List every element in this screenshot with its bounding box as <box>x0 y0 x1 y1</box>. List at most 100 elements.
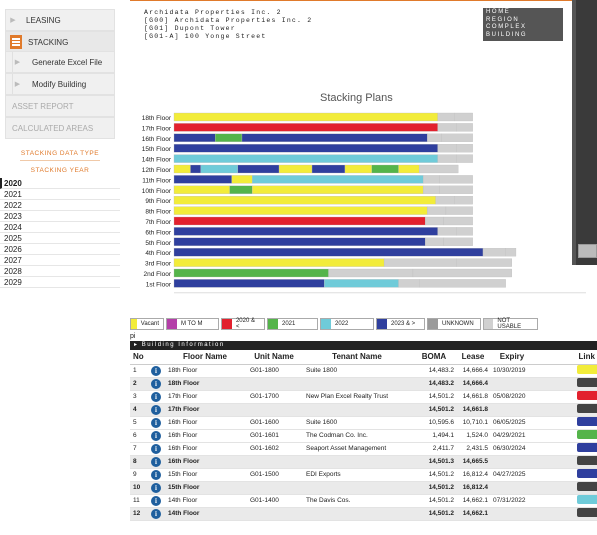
table-row[interactable]: 11 i 14th Floor G01-1400 The Davis Cos. 14,50… <box>130 494 597 508</box>
stack-segment[interactable] <box>324 279 399 288</box>
info-icon[interactable]: i <box>151 495 161 506</box>
info-icon[interactable]: i <box>151 430 161 441</box>
year-item[interactable]: 2026 <box>0 244 120 255</box>
col-no[interactable]: No <box>130 350 148 365</box>
info-icon[interactable]: i <box>151 365 161 376</box>
stack-segment[interactable] <box>328 268 414 278</box>
link-swatch[interactable] <box>577 508 597 517</box>
stack-segment[interactable] <box>383 258 457 267</box>
info-icon[interactable]: i <box>151 482 161 493</box>
stack-segment[interactable] <box>173 248 484 257</box>
info-icon[interactable]: i <box>151 508 161 519</box>
info-icon[interactable]: i <box>151 456 161 467</box>
generate-excel-button[interactable]: ▶ Generate Excel File <box>5 51 115 73</box>
stack-segment[interactable] <box>456 154 473 163</box>
table-row[interactable]: 5 i 16th Floor G01-1600 Suite 1600 10,595.6 10… <box>130 416 597 430</box>
stack-segment[interactable] <box>215 133 243 142</box>
table-row[interactable]: 9 i 15th Floor G01-1500 EDI Exports 14,501.2 1… <box>130 468 597 482</box>
nav-region[interactable]: REGION <box>486 17 560 25</box>
year-item[interactable]: 2021 <box>0 189 120 200</box>
stack-segment[interactable] <box>173 268 329 278</box>
link-swatch[interactable] <box>577 365 597 374</box>
stack-segment[interactable] <box>437 123 457 132</box>
stack-segment[interactable] <box>173 216 426 226</box>
stack-segment[interactable] <box>456 123 473 132</box>
table-row[interactable]: 2 i 18th Floor 14,483.2 14,666.4 <box>130 377 597 391</box>
info-icon[interactable]: i <box>151 378 161 389</box>
stack-segment[interactable] <box>443 216 473 226</box>
link-swatch[interactable] <box>577 469 597 478</box>
nav-complex[interactable]: COMPLEX <box>486 24 560 32</box>
nav-home[interactable]: HOME <box>486 9 560 17</box>
year-item[interactable]: 2027 <box>0 255 120 266</box>
link-swatch[interactable] <box>577 417 597 426</box>
stack-segment[interactable] <box>482 248 506 257</box>
building-info-bar[interactable]: ▸ Building Information <box>130 341 597 350</box>
stack-segment[interactable] <box>423 185 440 194</box>
stack-segment[interactable] <box>173 258 385 267</box>
stack-segment[interactable] <box>200 164 239 174</box>
stack-segment[interactable] <box>173 175 232 184</box>
stack-segment[interactable] <box>190 164 201 174</box>
year-item[interactable]: 2025 <box>0 233 120 244</box>
table-row[interactable]: 7 i 16th Floor G01-1602 Seaport Asset Manage… <box>130 442 597 456</box>
stack-segment[interactable] <box>173 227 438 236</box>
stack-segment[interactable] <box>425 237 445 246</box>
link-swatch[interactable] <box>577 495 597 504</box>
stack-segment[interactable] <box>437 154 457 163</box>
stack-segment[interactable] <box>173 196 436 205</box>
sidebar-item-stacking[interactable]: STACKING <box>5 31 115 53</box>
table-row[interactable]: 4 i 17th Floor 14,501.2 14,661.8 <box>130 403 597 417</box>
info-icon[interactable]: i <box>151 443 161 454</box>
stack-segment[interactable] <box>278 164 313 174</box>
stack-segment[interactable] <box>371 164 399 174</box>
table-row[interactable]: 10 i 15th Floor 14,501.2 16,812.4 <box>130 481 597 495</box>
stack-segment[interactable] <box>439 175 473 184</box>
table-row[interactable]: 3 i 17th Floor G01-1700 New Plan Excel Realt… <box>130 390 597 404</box>
info-icon[interactable]: i <box>151 417 161 428</box>
stack-segment[interactable] <box>454 196 473 205</box>
stack-segment[interactable] <box>437 227 457 236</box>
info-icon[interactable]: i <box>151 469 161 480</box>
stack-segment[interactable] <box>441 133 473 142</box>
stack-segment[interactable] <box>418 164 459 174</box>
stack-segment[interactable] <box>456 227 473 236</box>
link-swatch[interactable] <box>577 482 597 491</box>
stack-segment[interactable] <box>427 206 447 215</box>
stack-segment[interactable] <box>241 133 428 142</box>
stack-segment[interactable] <box>437 112 455 122</box>
sidebar-item-leasing[interactable]: ▶ LEASING <box>5 9 115 31</box>
stack-segment[interactable] <box>173 206 428 215</box>
stack-segment[interactable] <box>173 133 216 142</box>
stack-segment[interactable] <box>173 154 438 163</box>
table-row[interactable]: 12 i 14th Floor 14,501.2 14,662.1 <box>130 507 597 521</box>
year-item[interactable]: 2023 <box>0 211 120 222</box>
stack-segment[interactable] <box>229 185 253 194</box>
stack-segment[interactable] <box>454 112 473 122</box>
stack-segment[interactable] <box>252 185 424 194</box>
stack-segment[interactable] <box>173 112 438 122</box>
stacking-data-type-link[interactable]: STACKING DATA TYPE <box>5 150 115 157</box>
year-item[interactable]: 2022 <box>0 200 120 211</box>
stack-segment[interactable] <box>439 185 473 194</box>
col-floor-name[interactable]: Floor Name <box>164 350 246 365</box>
stack-segment[interactable] <box>344 164 372 174</box>
nav-building[interactable]: BUILDING <box>486 32 560 40</box>
stack-segment[interactable] <box>173 144 438 153</box>
stack-segment[interactable] <box>445 206 473 215</box>
stack-segment[interactable] <box>435 196 455 205</box>
stack-segment[interactable] <box>173 123 438 132</box>
col-link[interactable]: Link <box>534 350 597 365</box>
info-icon[interactable]: i <box>151 391 161 402</box>
stack-segment[interactable] <box>456 144 473 153</box>
stack-segment[interactable] <box>425 216 445 226</box>
stack-segment[interactable] <box>173 185 230 194</box>
stack-segment[interactable] <box>173 279 325 288</box>
year-item[interactable]: 2020 <box>0 178 120 189</box>
year-item[interactable]: 2029 <box>0 277 120 288</box>
col-tenant-name[interactable]: Tenant Name <box>302 350 412 365</box>
col-expiry[interactable]: Expiry <box>490 350 534 365</box>
link-swatch[interactable] <box>577 391 597 400</box>
info-icon[interactable]: i <box>151 404 161 415</box>
stack-segment[interactable] <box>173 237 426 246</box>
